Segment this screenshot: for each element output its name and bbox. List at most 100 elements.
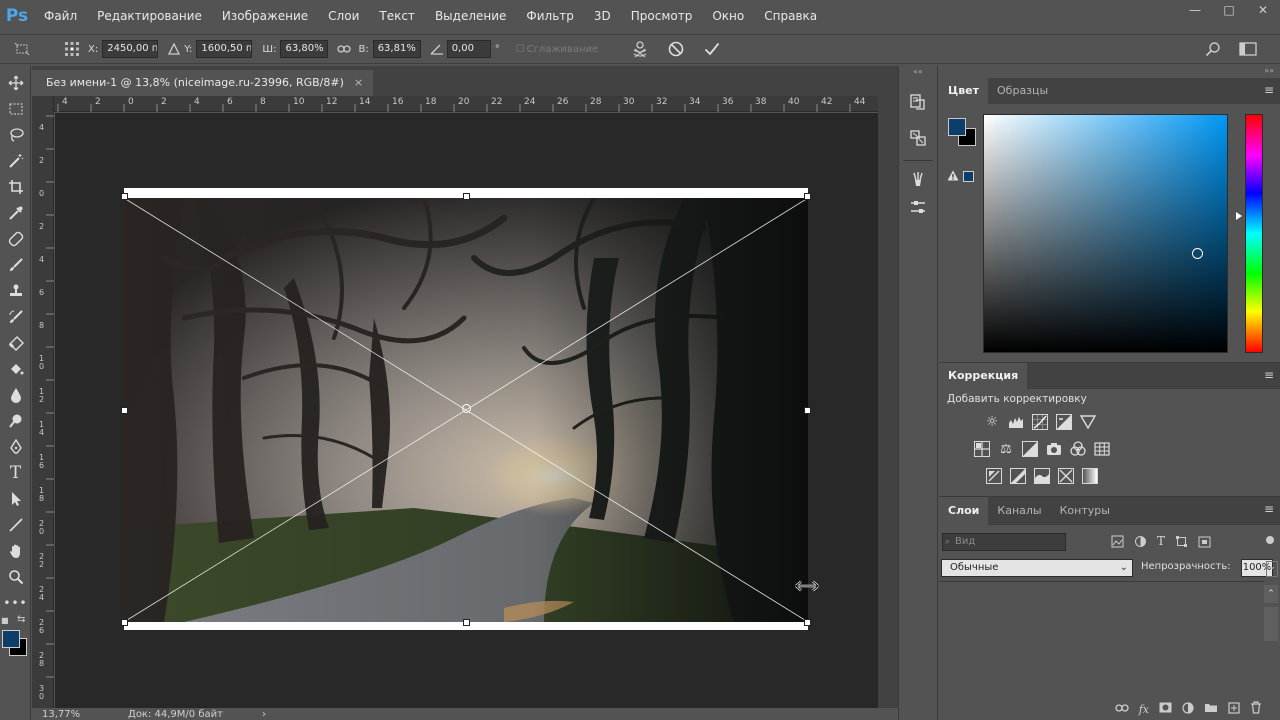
levels-icon[interactable] [1008, 414, 1024, 430]
tab-swatches[interactable]: Образцы [988, 78, 1057, 104]
color-lookup-icon[interactable] [1094, 441, 1110, 457]
panel-menu-icon[interactable]: ≡ [1264, 368, 1274, 382]
healing-brush-tool-icon[interactable] [0, 226, 31, 252]
y-input[interactable]: 1600,50 пи [196, 40, 253, 58]
selective-color-icon[interactable] [1058, 468, 1074, 484]
layer-mask-icon[interactable] [1159, 702, 1172, 716]
menu-layers[interactable]: Слои [318, 0, 369, 32]
antialias-checkbox[interactable]: ☐ [516, 44, 525, 55]
crop-tool-icon[interactable] [0, 174, 31, 200]
properties-icon[interactable] [899, 120, 937, 156]
vertical-scrollbar[interactable] [878, 96, 898, 708]
color-balance-icon[interactable]: ⚖ [998, 441, 1014, 457]
brightness-icon[interactable]: ☼ [984, 414, 1000, 430]
close-window-button[interactable]: ✕ [1246, 0, 1280, 22]
gradient-map-icon[interactable] [1082, 468, 1098, 484]
lasso-tool-icon[interactable] [0, 122, 31, 148]
hue-saturation-icon[interactable] [974, 441, 990, 457]
transform-handle-top-left[interactable] [121, 193, 128, 200]
scroll-up-icon[interactable]: ⌃ [1264, 585, 1278, 603]
tab-layers[interactable]: Слои [939, 497, 989, 525]
vertical-ruler[interactable]: 4 2 0 2 4 6 8 1 0 1 2 1 4 1 6 1 8 2 0 2 … [32, 96, 54, 708]
color-picker-field[interactable] [983, 114, 1228, 353]
web-safe-color-swatch[interactable] [963, 171, 974, 182]
menu-view[interactable]: Просмотр [621, 0, 703, 32]
invert-icon[interactable] [986, 468, 1002, 484]
history-icon[interactable] [899, 84, 937, 120]
blend-mode-select[interactable]: Обычные ⌄ [941, 559, 1133, 577]
menu-image[interactable]: Изображение [212, 0, 318, 32]
angle-input[interactable]: 0,00 [446, 40, 491, 58]
delete-layer-icon[interactable] [1250, 701, 1262, 717]
transform-handle-top[interactable] [463, 193, 470, 200]
close-tab-icon[interactable]: × [354, 70, 363, 96]
layers-scrollbar[interactable]: ⌃ [1264, 585, 1278, 697]
transform-handle-bottom[interactable] [463, 619, 470, 626]
brush-settings-icon[interactable] [899, 193, 937, 221]
transform-handle-left[interactable] [121, 407, 128, 414]
swap-colors-icon[interactable]: ⇆ [17, 614, 25, 625]
curves-icon[interactable] [1032, 414, 1048, 430]
link-icon[interactable] [334, 39, 354, 59]
commit-transform-icon[interactable] [702, 39, 722, 59]
workspace-icon[interactable] [1238, 39, 1258, 59]
marquee-tool-icon[interactable] [0, 96, 31, 122]
zoom-tool-icon[interactable] [0, 564, 31, 590]
dock-collapse-arrows[interactable]: «« [899, 66, 937, 78]
line-tool-icon[interactable] [0, 512, 31, 538]
foreground-color-swatch[interactable] [948, 118, 966, 136]
document-canvas[interactable] [121, 188, 819, 630]
path-selection-tool-icon[interactable] [0, 486, 31, 512]
minimize-button[interactable]: — [1178, 0, 1212, 22]
magic-wand-tool-icon[interactable] [0, 148, 31, 174]
move-tool-icon[interactable] [0, 70, 31, 96]
link-layers-icon[interactable] [1115, 703, 1129, 716]
blur-tool-icon[interactable] [0, 382, 31, 408]
hue-slider-handle[interactable] [1236, 212, 1242, 220]
menu-edit[interactable]: Редактирование [87, 0, 212, 32]
delta-icon[interactable] [164, 39, 184, 59]
scroll-thumb[interactable] [1264, 607, 1278, 641]
foreground-color-swatch[interactable] [2, 630, 20, 648]
menu-3d[interactable]: 3D [584, 0, 621, 32]
status-menu-arrow[interactable]: › [262, 709, 266, 720]
hand-tool-icon[interactable] [0, 538, 31, 564]
menu-help[interactable]: Справка [754, 0, 827, 32]
transform-handle-bottom-right[interactable] [804, 619, 811, 626]
layer-filter-search[interactable]: ⌕ Вид [942, 533, 1066, 551]
transform-handle-top-right[interactable] [804, 193, 811, 200]
eyedropper-tool-icon[interactable] [0, 200, 31, 226]
w-input[interactable]: 63,80% [280, 40, 329, 58]
h-input[interactable]: 63,81% [372, 40, 421, 58]
document-tab[interactable]: Без имени-1 @ 13,8% (niceimage.ru-23996,… [32, 70, 374, 96]
brush-presets-icon[interactable] [899, 165, 937, 193]
tab-color[interactable]: Цвет [939, 78, 989, 104]
transform-center-point[interactable] [462, 404, 471, 413]
transform-tool-icon[interactable] [12, 39, 32, 59]
out-of-gamut-warning-icon[interactable] [947, 170, 959, 184]
menu-filter[interactable]: Фильтр [516, 0, 583, 32]
panel-menu-icon[interactable]: ≡ [1264, 83, 1274, 97]
eraser-tool-icon[interactable] [0, 330, 31, 356]
reference-point-icon[interactable] [62, 39, 82, 59]
panel-menu-icon[interactable]: ≡ [1264, 502, 1274, 516]
layer-style-icon[interactable]: fx [1139, 703, 1149, 716]
more-tools-icon[interactable]: ••• [0, 590, 31, 616]
transform-handle-right[interactable] [804, 407, 811, 414]
filter-toggle-icon[interactable] [1266, 536, 1274, 544]
menu-select[interactable]: Выделение [425, 0, 516, 32]
tab-paths[interactable]: Контуры [1051, 497, 1119, 525]
cancel-transform-icon[interactable] [666, 39, 686, 59]
menu-file[interactable]: Файл [34, 0, 87, 32]
pen-tool-icon[interactable] [0, 434, 31, 460]
new-group-icon[interactable] [1204, 702, 1218, 716]
warp-icon[interactable] [630, 39, 650, 59]
exposure-icon[interactable] [1056, 414, 1072, 430]
history-brush-tool-icon[interactable] [0, 304, 31, 330]
menu-window[interactable]: Окно [702, 0, 754, 32]
transform-handle-bottom-left[interactable] [121, 619, 128, 626]
filter-type-icon[interactable]: T [1157, 535, 1165, 551]
new-layer-icon[interactable] [1228, 701, 1240, 717]
brush-tool-icon[interactable] [0, 252, 31, 278]
horizontal-ruler[interactable]: 4 2 0 2 4 6 8 10 12 14 16 18 20 22 24 26… [54, 96, 878, 112]
